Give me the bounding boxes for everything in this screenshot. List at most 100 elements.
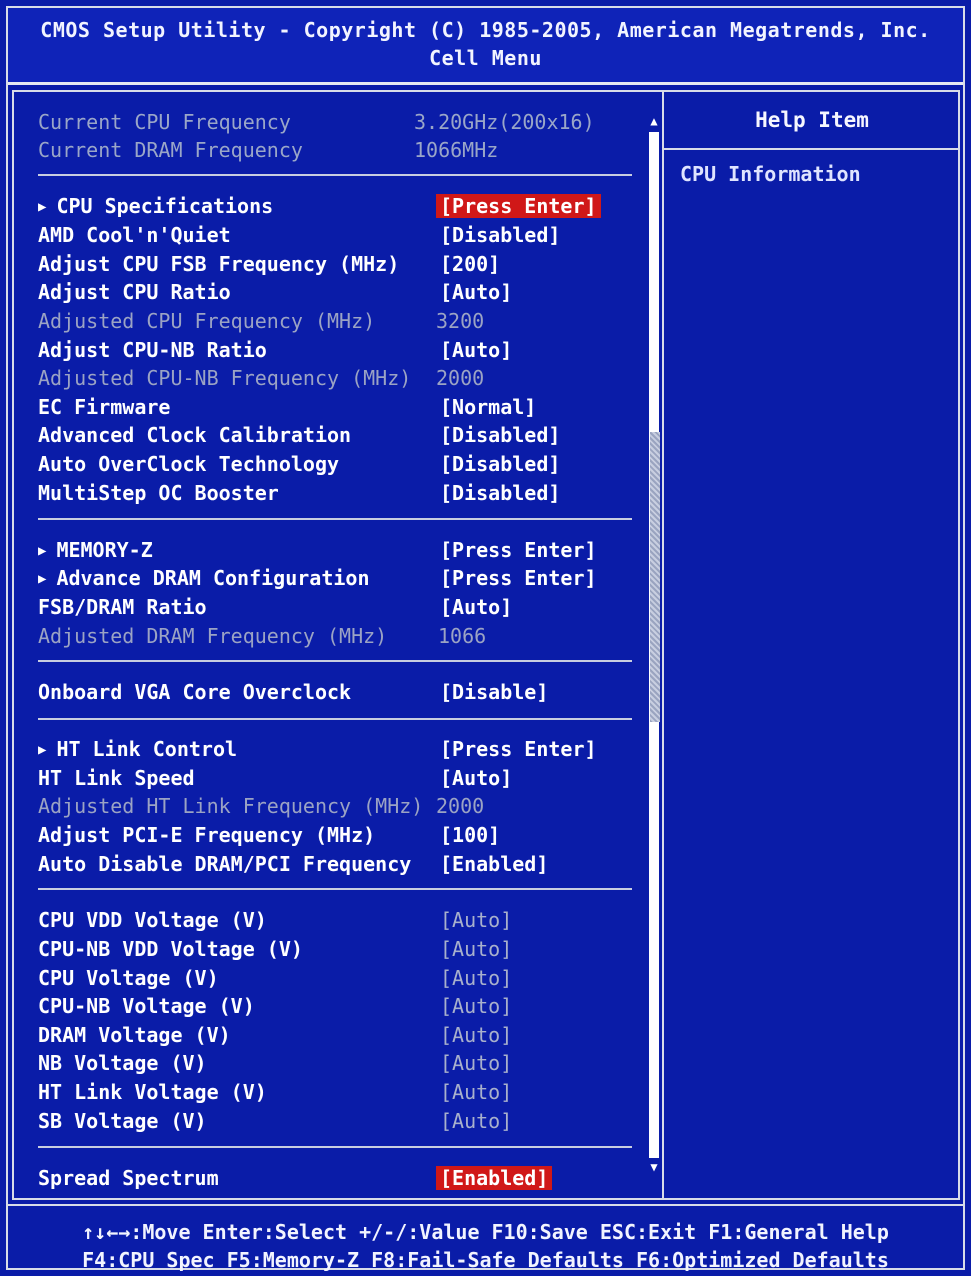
setting-value[interactable]: [Enabled] — [440, 852, 548, 876]
setting-ht-link-speed[interactable]: HT Link Speed [Auto] — [38, 766, 638, 794]
setting-value[interactable]: [Auto] — [440, 937, 512, 961]
setting-onboard-vga-core-overclock[interactable]: Onboard VGA Core Overclock [Disable] — [38, 680, 638, 708]
setting-cpu-voltage[interactable]: CPU Voltage (V) [Auto] — [38, 966, 638, 994]
divider — [38, 174, 632, 176]
setting-adjust-cpu-ratio[interactable]: Adjust CPU Ratio [Auto] — [38, 280, 638, 308]
setting-value[interactable]: [Press Enter] — [440, 538, 597, 562]
setting-label: MEMORY-Z — [38, 538, 152, 562]
setting-dram-voltage[interactable]: DRAM Voltage (V) [Auto] — [38, 1023, 638, 1051]
setting-adjust-cpu-nb-ratio[interactable]: Adjust CPU-NB Ratio [Auto] — [38, 338, 638, 366]
menu-item-ht-link-control[interactable]: HT Link Control [Press Enter] — [38, 737, 638, 765]
setting-value[interactable]: [Auto] — [440, 595, 512, 619]
setting-label: Spread Spectrum — [38, 1166, 219, 1190]
setting-label: AMD Cool'n'Quiet — [38, 223, 231, 247]
scroll-track[interactable] — [649, 132, 660, 1158]
setting-value: 2000 — [436, 366, 485, 390]
setting-auto-overclock-technology[interactable]: Auto OverClock Technology [Disabled] — [38, 452, 638, 480]
setting-value[interactable]: [Press Enter] — [436, 194, 601, 218]
setting-value[interactable]: [Press Enter] — [440, 566, 597, 590]
divider — [38, 888, 632, 890]
setting-multistep-oc-booster[interactable]: MultiStep OC Booster [Disabled] — [38, 481, 638, 509]
setting-label: CPU Specifications — [38, 194, 273, 218]
setting-value[interactable]: [Auto] — [440, 766, 512, 790]
scrollbar[interactable]: ▲ ▼ — [648, 92, 660, 1198]
setting-label: Auto Disable DRAM/PCI Frequency — [38, 852, 412, 876]
setting-value[interactable]: [Auto] — [440, 994, 512, 1018]
setting-value[interactable]: [Disable] — [440, 680, 548, 704]
setting-label: Adjust CPU FSB Frequency (MHz) — [38, 252, 400, 276]
setting-value[interactable]: [Press Enter] — [440, 737, 597, 761]
triangle-down-icon[interactable]: ▼ — [648, 1160, 660, 1174]
menu-item-advance-dram-configuration[interactable]: Advance DRAM Configuration [Press Enter] — [38, 566, 638, 594]
setting-label: HT Link Control — [38, 737, 237, 761]
setting-label: Auto OverClock Technology — [38, 452, 340, 476]
setting-value[interactable]: [Enabled] — [436, 1166, 553, 1190]
setting-cpu-nb-voltage[interactable]: CPU-NB Voltage (V) [Auto] — [38, 994, 638, 1022]
setting-spread-spectrum[interactable]: Spread Spectrum [Enabled] — [38, 1166, 638, 1194]
setting-label: Adjusted DRAM Frequency (MHz) — [38, 624, 388, 648]
setting-value[interactable]: [Disabled] — [440, 452, 560, 476]
readout-adjusted-ht-link-frequency: Adjusted HT Link Frequency (MHz) 2000 — [38, 794, 638, 822]
setting-label: EC Firmware — [38, 395, 171, 419]
help-title: Help Item — [664, 92, 960, 150]
setting-value[interactable]: [Auto] — [440, 966, 512, 990]
setting-label: Advanced Clock Calibration — [38, 423, 352, 447]
setting-value[interactable]: [Disabled] — [440, 481, 560, 505]
setting-label: Adjusted CPU-NB Frequency (MHz) — [38, 366, 412, 390]
setting-ec-firmware[interactable]: EC Firmware [Normal] — [38, 395, 638, 423]
app-title: CMOS Setup Utility - Copyright (C) 1985-… — [40, 18, 931, 42]
info-value: 3.20GHz(200x16) — [414, 110, 595, 134]
setting-label: NB Voltage (V) — [38, 1051, 207, 1075]
readout-adjusted-cpu-nb-frequency: Adjusted CPU-NB Frequency (MHz) 2000 — [38, 366, 638, 394]
info-label: Current DRAM Frequency — [38, 138, 303, 162]
divider — [38, 518, 632, 520]
help-panel: Help Item CPU Information — [662, 92, 960, 1198]
setting-cpu-vdd-voltage[interactable]: CPU VDD Voltage (V) [Auto] — [38, 908, 638, 936]
setting-value[interactable]: [Auto] — [440, 1023, 512, 1047]
menu-item-cpu-specifications[interactable]: CPU Specifications [Press Enter] — [38, 194, 638, 222]
setting-label: MultiStep OC Booster — [38, 481, 279, 505]
scroll-thumb[interactable] — [650, 432, 660, 722]
setting-advanced-clock-calibration[interactable]: Advanced Clock Calibration [Disabled] — [38, 423, 638, 451]
setting-label: Adjust CPU-NB Ratio — [38, 338, 267, 362]
setting-value[interactable]: [Disabled] — [440, 423, 560, 447]
divider — [38, 718, 632, 720]
setting-label: HT Link Voltage (V) — [38, 1080, 267, 1104]
info-value: 1066MHz — [414, 138, 499, 162]
setting-label: Adjust CPU Ratio — [38, 280, 231, 304]
setting-value[interactable]: [Normal] — [440, 395, 536, 419]
setting-cpu-nb-vdd-voltage[interactable]: CPU-NB VDD Voltage (V) [Auto] — [38, 937, 638, 965]
setting-auto-disable-dram-pci-frequency[interactable]: Auto Disable DRAM/PCI Frequency [Enabled… — [38, 852, 638, 880]
setting-label: DRAM Voltage (V) — [38, 1023, 231, 1047]
setting-value[interactable]: [Disabled] — [440, 223, 560, 247]
setting-value[interactable]: [Auto] — [440, 280, 512, 304]
setting-value: 3200 — [436, 309, 485, 333]
setting-label: FSB/DRAM Ratio — [38, 595, 207, 619]
setting-adjust-cpu-fsb-frequency[interactable]: Adjust CPU FSB Frequency (MHz) [200] — [38, 252, 638, 280]
setting-fsb-dram-ratio[interactable]: FSB/DRAM Ratio [Auto] — [38, 595, 638, 623]
setting-label: Adjust PCI-E Frequency (MHz) — [38, 823, 376, 847]
setting-value[interactable]: [Auto] — [440, 1080, 512, 1104]
setting-sb-voltage[interactable]: SB Voltage (V) [Auto] — [38, 1109, 638, 1137]
divider — [38, 1146, 632, 1148]
setting-label: Adjusted HT Link Frequency (MHz) — [38, 794, 424, 818]
setting-value[interactable]: [200] — [440, 252, 500, 276]
setting-value[interactable]: [Auto] — [440, 338, 512, 362]
key-legend-line-1: ↑↓←→:Move Enter:Select +/-/:Value F10:Sa… — [82, 1220, 889, 1244]
setting-ht-link-voltage[interactable]: HT Link Voltage (V) [Auto] — [38, 1080, 638, 1108]
setting-nb-voltage[interactable]: NB Voltage (V) [Auto] — [38, 1051, 638, 1079]
setting-value[interactable]: [100] — [440, 823, 500, 847]
setting-value: 1066 — [438, 624, 487, 648]
setting-value[interactable]: [Auto] — [440, 1051, 512, 1075]
key-legend: ↑↓←→:Move Enter:Select +/-/:Value F10:Sa… — [8, 1204, 963, 1272]
setting-label: CPU Voltage (V) — [38, 966, 219, 990]
triangle-up-icon[interactable]: ▲ — [648, 114, 660, 128]
setting-adjust-pci-e-frequency[interactable]: Adjust PCI-E Frequency (MHz) [100] — [38, 823, 638, 851]
menu-item-memory-z[interactable]: MEMORY-Z [Press Enter] — [38, 538, 638, 566]
setting-label: Advance DRAM Configuration — [38, 566, 369, 590]
setting-label: CPU-NB VDD Voltage (V) — [38, 937, 303, 961]
setting-value[interactable]: [Auto] — [440, 1109, 512, 1133]
setting-amd-cool-n-quiet[interactable]: AMD Cool'n'Quiet [Disabled] — [38, 223, 638, 251]
setting-value[interactable]: [Auto] — [440, 908, 512, 932]
info-current-dram-frequency: Current DRAM Frequency 1066MHz — [38, 138, 638, 166]
